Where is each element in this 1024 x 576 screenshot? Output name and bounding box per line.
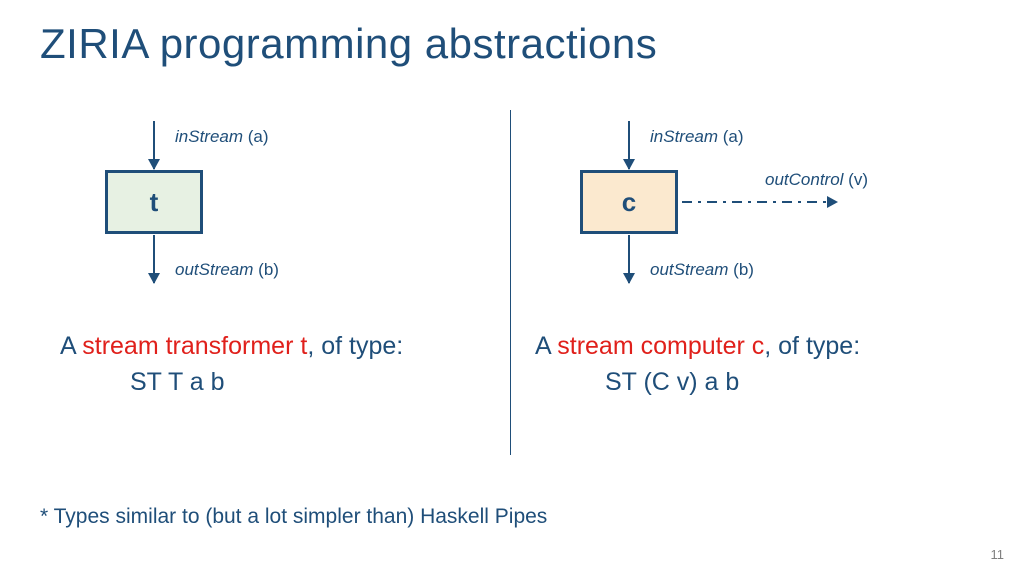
slide-title: ZIRIA programming abstractions: [40, 20, 657, 68]
outcontrol-paren: (v): [843, 170, 868, 189]
outstream-italic: outStream: [650, 260, 728, 279]
type-signature: ST (C v) a b: [605, 366, 860, 400]
dashed-arrow-line: [682, 201, 827, 203]
outstream-label: outStream (b): [650, 260, 754, 280]
footnote: * Types similar to (but a lot simpler th…: [40, 505, 547, 529]
outstream-italic: outStream: [175, 260, 253, 279]
arrow-down-icon: [623, 273, 635, 284]
instream-paren: (a): [718, 127, 744, 146]
vertical-divider: [510, 110, 511, 455]
instream-italic: inStream: [650, 127, 718, 146]
outcontrol-label: outControl (v): [765, 170, 868, 190]
outstream-paren: (b): [728, 260, 754, 279]
transformer-description: A stream transformer t, of type: ST T a …: [60, 330, 403, 400]
desc-pre: A: [535, 332, 557, 360]
instream-paren: (a): [243, 127, 269, 146]
arrow-down-icon: [623, 159, 635, 170]
desc-highlight: stream transformer t: [82, 332, 307, 360]
outcontrol-italic: outControl: [765, 170, 843, 189]
desc-pre: A: [60, 332, 82, 360]
computer-box: c: [580, 170, 678, 234]
transformer-box: t: [105, 170, 203, 234]
instream-label: inStream (a): [175, 127, 269, 147]
desc-post: , of type:: [764, 332, 860, 360]
instream-italic: inStream: [175, 127, 243, 146]
outstream-paren: (b): [253, 260, 279, 279]
arrow-right-icon: [827, 196, 838, 208]
arrow-down-icon: [148, 159, 160, 170]
transformer-diagram: inStream (a) t outStream (b): [60, 115, 490, 325]
computer-description: A stream computer c, of type: ST (C v) a…: [535, 330, 860, 400]
outstream-label: outStream (b): [175, 260, 279, 280]
page-number: 11: [991, 547, 1005, 562]
computer-diagram: inStream (a) c outControl (v) outStream …: [535, 115, 965, 325]
left-column: inStream (a) t outStream (b) A stream tr…: [60, 115, 490, 325]
arrow-down-icon: [148, 273, 160, 284]
right-column: inStream (a) c outControl (v) outStream …: [535, 115, 965, 325]
desc-post: , of type:: [307, 332, 403, 360]
desc-highlight: stream computer c: [557, 332, 764, 360]
instream-label: inStream (a): [650, 127, 744, 147]
type-signature: ST T a b: [130, 366, 403, 400]
